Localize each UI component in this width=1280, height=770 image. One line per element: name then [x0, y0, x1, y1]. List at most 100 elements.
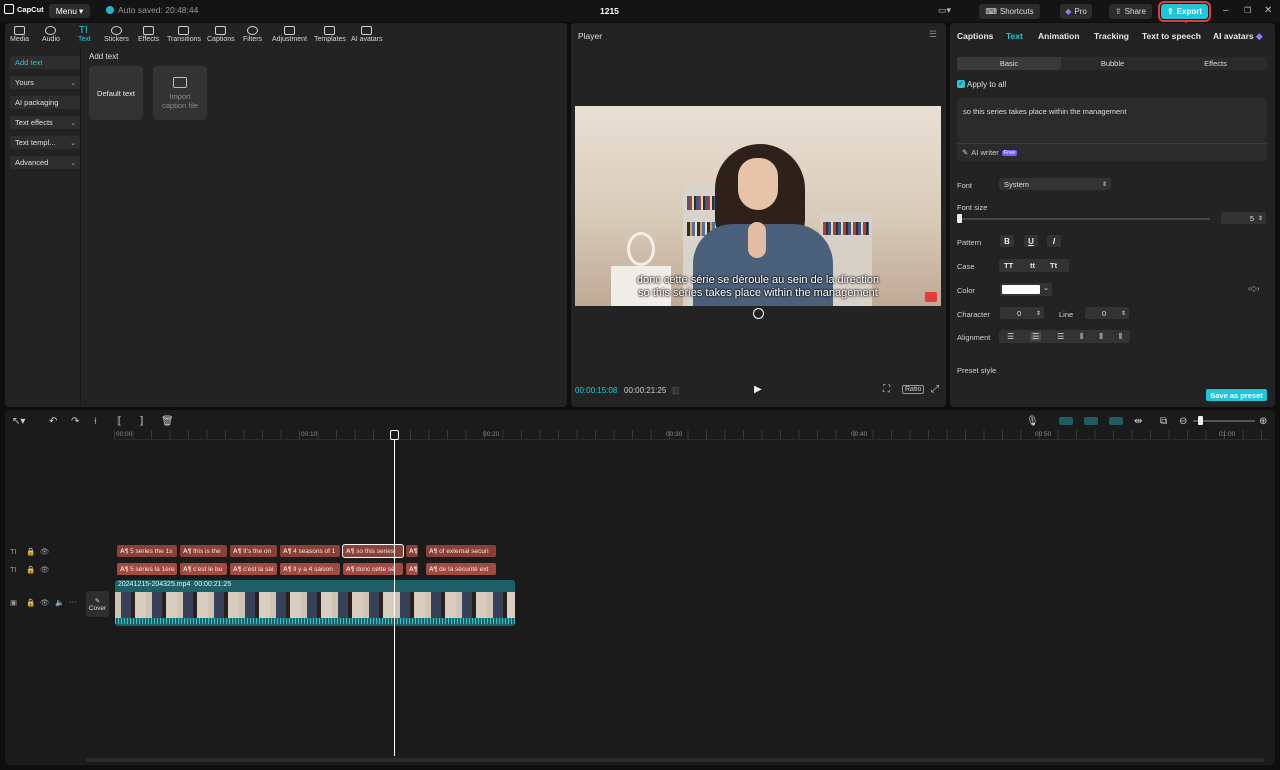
pro-button[interactable]: ◆ Pro	[1060, 4, 1092, 19]
tool-ai-avatars[interactable]: AI avatars	[351, 26, 383, 43]
line-input[interactable]: 0 ⇕	[1085, 307, 1129, 319]
tool-captions[interactable]: Captions	[207, 26, 235, 43]
tool-transitions[interactable]: Transitions	[167, 26, 201, 43]
tab-ai-avatars[interactable]: AI avatars ◆	[1213, 31, 1263, 42]
bold-button[interactable]: B	[1000, 235, 1014, 247]
character-input[interactable]: 0 ⇕	[1000, 307, 1044, 319]
keyframe-icon[interactable]: ‹◇›	[1248, 284, 1259, 293]
lock-icon[interactable]: 🔒	[26, 598, 35, 607]
tool-filters[interactable]: Filters	[243, 26, 262, 43]
sidebar-item-yours[interactable]: Yours ⌄	[10, 76, 80, 89]
caption-clip[interactable]: A¶ 5 séries la 1ère	[117, 563, 177, 575]
save-preset-button[interactable]: Save as preset	[1206, 389, 1267, 401]
tool-templates[interactable]: Templates	[314, 26, 346, 43]
caption-clip[interactable]: A¶ It's the on	[230, 545, 277, 557]
select-tool-icon[interactable]: ↖▾	[12, 416, 25, 427]
zoom-out-icon[interactable]: ⊖	[1179, 416, 1187, 427]
sidebar-item-ai-packaging[interactable]: AI packaging	[10, 96, 80, 109]
tab-captions[interactable]: Captions	[957, 31, 993, 41]
case-title[interactable]: Tt	[1050, 261, 1057, 270]
eye-icon[interactable]: 👁	[40, 547, 50, 556]
caption-clip[interactable]: A¶ 4 seasons of 1	[280, 545, 340, 557]
speaker-icon[interactable]: 🔈	[55, 598, 64, 607]
sidebar-item-add-text[interactable]: Add text	[10, 56, 80, 69]
video-clip[interactable]: 20241215-204325.mp4 00:00:21:25	[115, 580, 515, 626]
case-upper[interactable]: TT	[1004, 261, 1013, 270]
caption-original[interactable]: donc cette série se déroule au sein de l…	[575, 274, 941, 286]
hamburger-icon[interactable]: ☰	[929, 29, 937, 40]
magnet-snap-icon[interactable]	[1084, 417, 1098, 425]
maximize-icon[interactable]: ❐	[1244, 6, 1251, 15]
close-icon[interactable]: ✕	[1264, 5, 1272, 16]
ratio-button[interactable]: Ratio	[902, 385, 925, 394]
apply-all-checkbox[interactable]: ✓	[957, 80, 965, 88]
caption-clip[interactable]: A¶ c'est le bu	[180, 563, 227, 575]
undo-icon[interactable]: ↶	[49, 416, 57, 427]
case-lower[interactable]: tt	[1030, 261, 1035, 270]
font-size-slider[interactable]	[958, 218, 1210, 220]
tab-text[interactable]: Text	[1006, 31, 1023, 41]
caption-clip[interactable]: A¶ 5 series the 1s	[117, 545, 177, 557]
split-left-icon[interactable]: ⟦	[117, 416, 122, 427]
redo-icon[interactable]: ↷	[71, 416, 79, 427]
horizontal-scrollbar[interactable]	[85, 758, 1265, 762]
tool-stickers[interactable]: Stickers	[104, 26, 129, 43]
align-center-icon[interactable]: ☰	[1030, 332, 1042, 341]
align-top-icon[interactable]: ⫴	[1080, 332, 1083, 342]
caption-clip[interactable]: A¶	[406, 563, 418, 575]
tool-media[interactable]: Media	[10, 26, 29, 43]
subtab-basic[interactable]: Basic	[957, 57, 1061, 70]
expand-icon[interactable]: ⤢	[931, 384, 939, 395]
tool-adjustment[interactable]: Adjustment	[272, 26, 307, 43]
split-icon[interactable]: ⟊	[94, 416, 97, 427]
share-button[interactable]: ⇪ Share	[1109, 4, 1152, 19]
font-size-input[interactable]: 5 ⇕	[1221, 212, 1266, 224]
split-right-icon[interactable]: ⟧	[139, 416, 144, 427]
align-right-icon[interactable]: ☰	[1057, 332, 1064, 341]
time-ruler[interactable]	[114, 430, 1270, 440]
align-bottom-icon[interactable]: ⫴	[1119, 332, 1122, 342]
sidebar-item-text-templates[interactable]: Text templ... ⌄	[10, 136, 80, 149]
menu-button[interactable]: Menu ▾	[49, 4, 90, 18]
playhead-handle[interactable]	[390, 430, 399, 440]
shortcuts-button[interactable]: ⌨ Shortcuts	[979, 4, 1040, 19]
export-button[interactable]: ⇪ Export	[1158, 1, 1211, 22]
tab-animation[interactable]: Animation	[1038, 31, 1080, 41]
microphone-icon[interactable]: 🎙	[1026, 416, 1039, 427]
color-picker[interactable]: ⌄	[1000, 283, 1052, 296]
caption-clip[interactable]: A¶ de la sécurité ext	[426, 563, 496, 575]
tab-text-to-speech[interactable]: Text to speech	[1142, 31, 1201, 41]
sidebar-item-text-effects[interactable]: Text effects ⌄	[10, 116, 80, 129]
subtab-bubble[interactable]: Bubble	[1061, 57, 1164, 70]
caption-translated[interactable]: so this series takes place within the ma…	[575, 287, 941, 299]
linkage-icon[interactable]	[1109, 417, 1123, 425]
caption-clip[interactable]: A¶ of external securi	[426, 545, 496, 557]
zoom-in-icon[interactable]: ⊕	[1259, 416, 1267, 427]
italic-button[interactable]: I	[1047, 235, 1061, 247]
play-icon[interactable]: ▶	[754, 384, 762, 395]
cover-button[interactable]: ✎ Cover	[86, 591, 109, 617]
project-title[interactable]: 1215	[600, 6, 619, 16]
subtab-effects[interactable]: Effects	[1164, 57, 1267, 70]
delete-icon[interactable]: 🗑	[161, 416, 174, 427]
align-left-icon[interactable]: ☰	[1007, 332, 1014, 341]
underline-button[interactable]: U	[1024, 235, 1038, 247]
minimize-icon[interactable]: –	[1223, 5, 1229, 16]
rotate-handle-icon[interactable]	[753, 308, 764, 319]
caption-clip[interactable]: A¶	[406, 545, 418, 557]
more-icon[interactable]: ⋯	[69, 597, 77, 606]
slider-handle[interactable]	[957, 214, 962, 223]
zoom-handle[interactable]	[1198, 416, 1203, 425]
caption-clip[interactable]: A¶ this is the	[180, 545, 227, 557]
tool-effects[interactable]: Effects	[138, 26, 159, 43]
preview-axis-icon[interactable]: ⧉	[1160, 416, 1167, 427]
caption-clip[interactable]: A¶ c'est la sai	[230, 563, 277, 575]
tab-tracking[interactable]: Tracking	[1094, 31, 1129, 41]
fullscreen-crop-icon[interactable]: ⛶	[883, 384, 890, 395]
align-icon[interactable]: ⇹	[1134, 416, 1142, 427]
lock-icon[interactable]: 🔒	[26, 565, 35, 574]
tool-text[interactable]: TI Text	[78, 26, 91, 44]
lock-icon[interactable]: 🔒	[26, 547, 35, 556]
text-editor[interactable]: so this series takes place within the ma…	[957, 98, 1267, 161]
video-preview[interactable]: donc cette série se déroule au sein de l…	[575, 106, 941, 306]
